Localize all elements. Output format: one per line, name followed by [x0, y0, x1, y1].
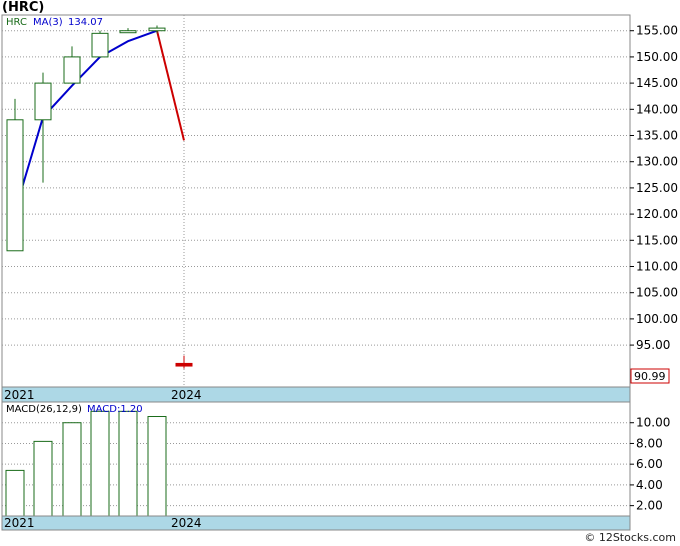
- macd-bar: [118, 410, 138, 517]
- price-chart: 95.00 100.00 105.00 110.00 115.00 120.00 125.0…: [1, 14, 678, 531]
- candle-body: [34, 82, 52, 121]
- price-legend-symbol: HRC: [6, 17, 27, 28]
- price-ytick-label: 145.00: [636, 76, 678, 90]
- price-ytick-label: 130.00: [636, 155, 678, 169]
- price-ytick-label: 135.00: [636, 129, 678, 143]
- price-ytick-label: 125.00: [636, 181, 678, 195]
- macd-xtick-2021: 2021: [4, 516, 35, 530]
- macd-ytick-label: 8.00: [636, 436, 663, 450]
- price-ytick-label: 105.00: [636, 286, 678, 300]
- price-xtick-2024: 2024: [171, 388, 202, 402]
- price-ytick-label: 150.00: [636, 50, 678, 64]
- price-ytick-label: 100.00: [636, 312, 678, 326]
- macd-bar: [90, 410, 110, 517]
- price-panel: [1, 14, 631, 388]
- candle-body: [148, 27, 166, 32]
- price-xtick-2021: 2021: [4, 388, 35, 402]
- candle-body: [91, 32, 109, 58]
- macd-bar: [62, 422, 82, 517]
- price-ytick-label: 140.00: [636, 102, 678, 116]
- macd-ytick-label: 10.00: [636, 416, 670, 430]
- macd-ytick-label: 6.00: [636, 457, 663, 471]
- candle-body: [119, 30, 137, 34]
- candle-body: [175, 362, 193, 367]
- price-ytick-label: 95.00: [636, 338, 670, 352]
- last-price-label: 90.99: [634, 370, 666, 383]
- macd-bar: [5, 469, 25, 517]
- macd-bar: [147, 416, 167, 517]
- price-legend-ma-value: 134.07: [68, 17, 103, 28]
- price-xaxis-band: [1, 386, 631, 403]
- price-ytick-label: 110.00: [636, 259, 678, 273]
- macd-bar: [33, 440, 53, 517]
- price-ytick-label: 155.00: [636, 24, 678, 38]
- price-ytick-label: 115.00: [636, 233, 678, 247]
- macd-ytick-label: 2.00: [636, 499, 663, 513]
- price-legend-ma-label: MA(3): [33, 17, 63, 28]
- footer-credit: © 12Stocks.com: [584, 531, 676, 544]
- price-ytick-label: 120.00: [636, 207, 678, 221]
- candle-body: [6, 119, 24, 252]
- macd-legend-label: MACD(26,12,9): [6, 404, 82, 415]
- macd-legend-value: MACD:1.20: [87, 404, 143, 415]
- macd-ytick-label: 4.00: [636, 478, 663, 492]
- macd-xaxis-band: [1, 515, 631, 531]
- macd-xtick-2024: 2024: [171, 516, 202, 530]
- candle-body: [63, 56, 81, 84]
